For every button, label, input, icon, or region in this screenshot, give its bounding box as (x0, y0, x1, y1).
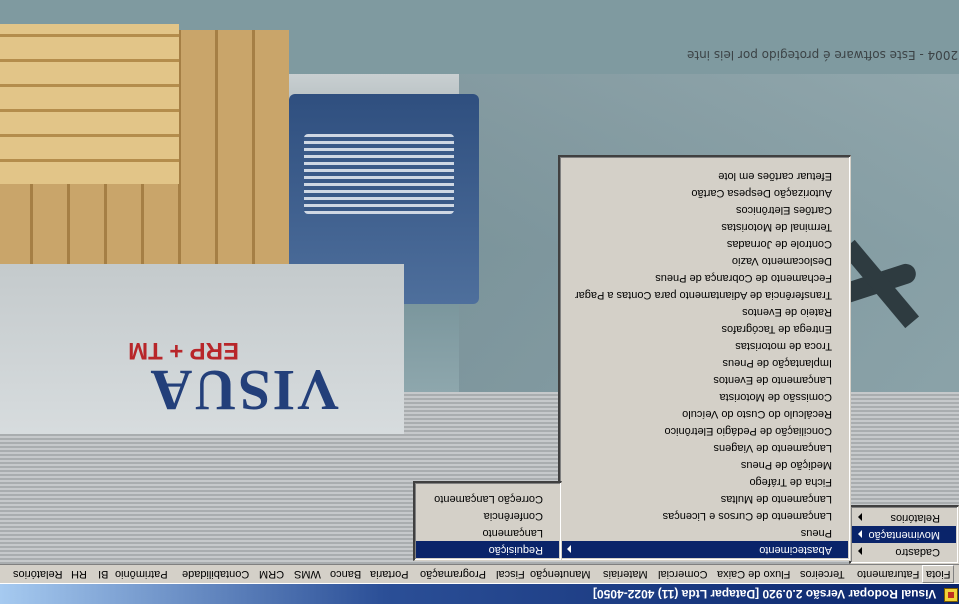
title-bar[interactable]: Visual Rodopar Versão 2.0.920 [Datapar L… (0, 584, 959, 604)
logo-subtext: ERP + TM (128, 337, 239, 364)
menu-contabilidade[interactable]: Contabilidade (179, 565, 252, 583)
menu-item-tacografos[interactable]: Entrega de Tacógrafos (561, 320, 848, 337)
menu-crm[interactable]: CRM (256, 565, 287, 583)
logo-text: VISUA (148, 358, 340, 423)
menu-item-correcao-lancamento[interactable]: Correção Lançamento (416, 490, 559, 507)
menu-item-cartoes-eletronicos[interactable]: Cartões Eletrônicos (561, 201, 848, 218)
copyright-bar: © 2004 - Este software é protegido por l… (0, 36, 959, 66)
movimentacao-dropdown: Abastecimento Pneus Lançamento de Cursos… (558, 155, 851, 561)
menu-item-pneus[interactable]: Pneus (561, 524, 848, 541)
abastecimento-submenu: Requisição Lançamento Conferência Correç… (413, 481, 562, 561)
menu-fiscal[interactable]: Fiscal (493, 565, 528, 583)
submenu-arrow-icon (567, 545, 571, 553)
menu-item-viagens[interactable]: Lançamento de Viagens (561, 439, 848, 456)
menu-item-label: Abastecimento (759, 544, 832, 556)
menu-item-medicao-pneus[interactable]: Medição de Pneus (561, 456, 848, 473)
menu-item-requisicao[interactable]: Requisição (416, 541, 559, 558)
menu-item-label: Movimentação (868, 529, 940, 541)
submenu-arrow-icon (858, 530, 862, 538)
menu-manutencao[interactable]: Manutenção (527, 565, 594, 583)
menu-item-troca-motoristas[interactable]: Troca de motoristas (561, 337, 848, 354)
menu-item-cobranca-pneus[interactable]: Fechamento de Cobrança de Pneus (561, 269, 848, 286)
background-truck-grill (304, 134, 454, 214)
menu-item-transferencia-adiantamento[interactable]: Transferência de Adiantamento para Conta… (561, 286, 848, 303)
menu-item-autorizacao-despesa[interactable]: Autorização Despesa Cartão (561, 184, 848, 201)
menu-item-recalculo-custo[interactable]: Recálculo do Custo do Veículo (561, 405, 848, 422)
app-icon[interactable] (944, 588, 958, 602)
menu-item-comissao[interactable]: Comissão de Motorista (561, 388, 848, 405)
menu-fluxo-de-caixa[interactable]: Fluxo de Caixa (714, 565, 793, 583)
menu-patrimonio[interactable]: Patrimônio (112, 565, 171, 583)
menu-item-deslocamento-vazio[interactable]: Deslocamento Vazio (561, 252, 848, 269)
submenu-arrow-icon (858, 513, 862, 521)
menu-item-implantacao-pneus[interactable]: Implantação de Pneus (561, 354, 848, 371)
menu-item-lancamento[interactable]: Lançamento (416, 524, 559, 541)
menu-bi[interactable]: BI (95, 565, 111, 583)
menu-relatorios[interactable]: Relatórios (10, 565, 66, 583)
menu-portaria[interactable]: Portaria (367, 565, 412, 583)
menu-comercial[interactable]: Comercial (655, 565, 711, 583)
menu-item-label: Cadastro (895, 546, 940, 558)
menu-terceiros[interactable]: Terceiros (797, 565, 848, 583)
menu-item-conferencia[interactable]: Conferência (416, 507, 559, 524)
menu-rh[interactable]: RH (68, 565, 90, 583)
menu-item-eventos[interactable]: Lançamento de Eventos (561, 371, 848, 388)
menu-fiota[interactable]: Fiota (922, 565, 955, 583)
menu-item-multas[interactable]: Lançamento de Multas (561, 490, 848, 507)
menu-item-jornadas[interactable]: Controle de Jornadas (561, 235, 848, 252)
menu-wms[interactable]: WMS (291, 565, 324, 583)
menu-bar: Fiota Faturamento Terceiros Fluxo de Cai… (0, 564, 959, 584)
menu-item-ficha-trafego[interactable]: Ficha de Tráfego (561, 473, 848, 490)
menu-item-abastecimento[interactable]: Abastecimento (561, 541, 848, 558)
menu-item-label: Relatórios (890, 512, 940, 524)
menu-item-cartoes-lote[interactable]: Efetuar cartões em lote (561, 167, 848, 184)
menu-item-relatorios[interactable]: Relatórios (852, 509, 956, 526)
menu-item-pedagio[interactable]: Conciliação de Pedágio Eletrônico (561, 422, 848, 439)
menu-item-cursos-licencas[interactable]: Lançamento de Cursos e Licenças (561, 507, 848, 524)
submenu-arrow-icon (858, 547, 862, 555)
screen: VISUA ERP + TM © 2004 - Este software é … (0, 0, 959, 604)
window-title: Visual Rodopar Versão 2.0.920 [Datapar L… (593, 587, 937, 601)
menu-item-cadastro[interactable]: Cadastro (852, 543, 956, 560)
copyright-text: © 2004 - Este software é protegido por l… (687, 48, 959, 62)
menu-banco[interactable]: Banco (327, 565, 364, 583)
menu-programacao[interactable]: Programação (417, 565, 489, 583)
menu-item-rateio-eventos[interactable]: Rateio de Eventos (561, 303, 848, 320)
menu-materiais[interactable]: Materiais (600, 565, 651, 583)
fiota-dropdown: Cadastro Movimentação Relatórios (849, 505, 959, 564)
menu-item-terminal-motoristas[interactable]: Terminal de Motoristas (561, 218, 848, 235)
menu-faturamento[interactable]: Faturamento (854, 565, 922, 583)
menu-item-movimentacao[interactable]: Movimentação (852, 526, 956, 543)
